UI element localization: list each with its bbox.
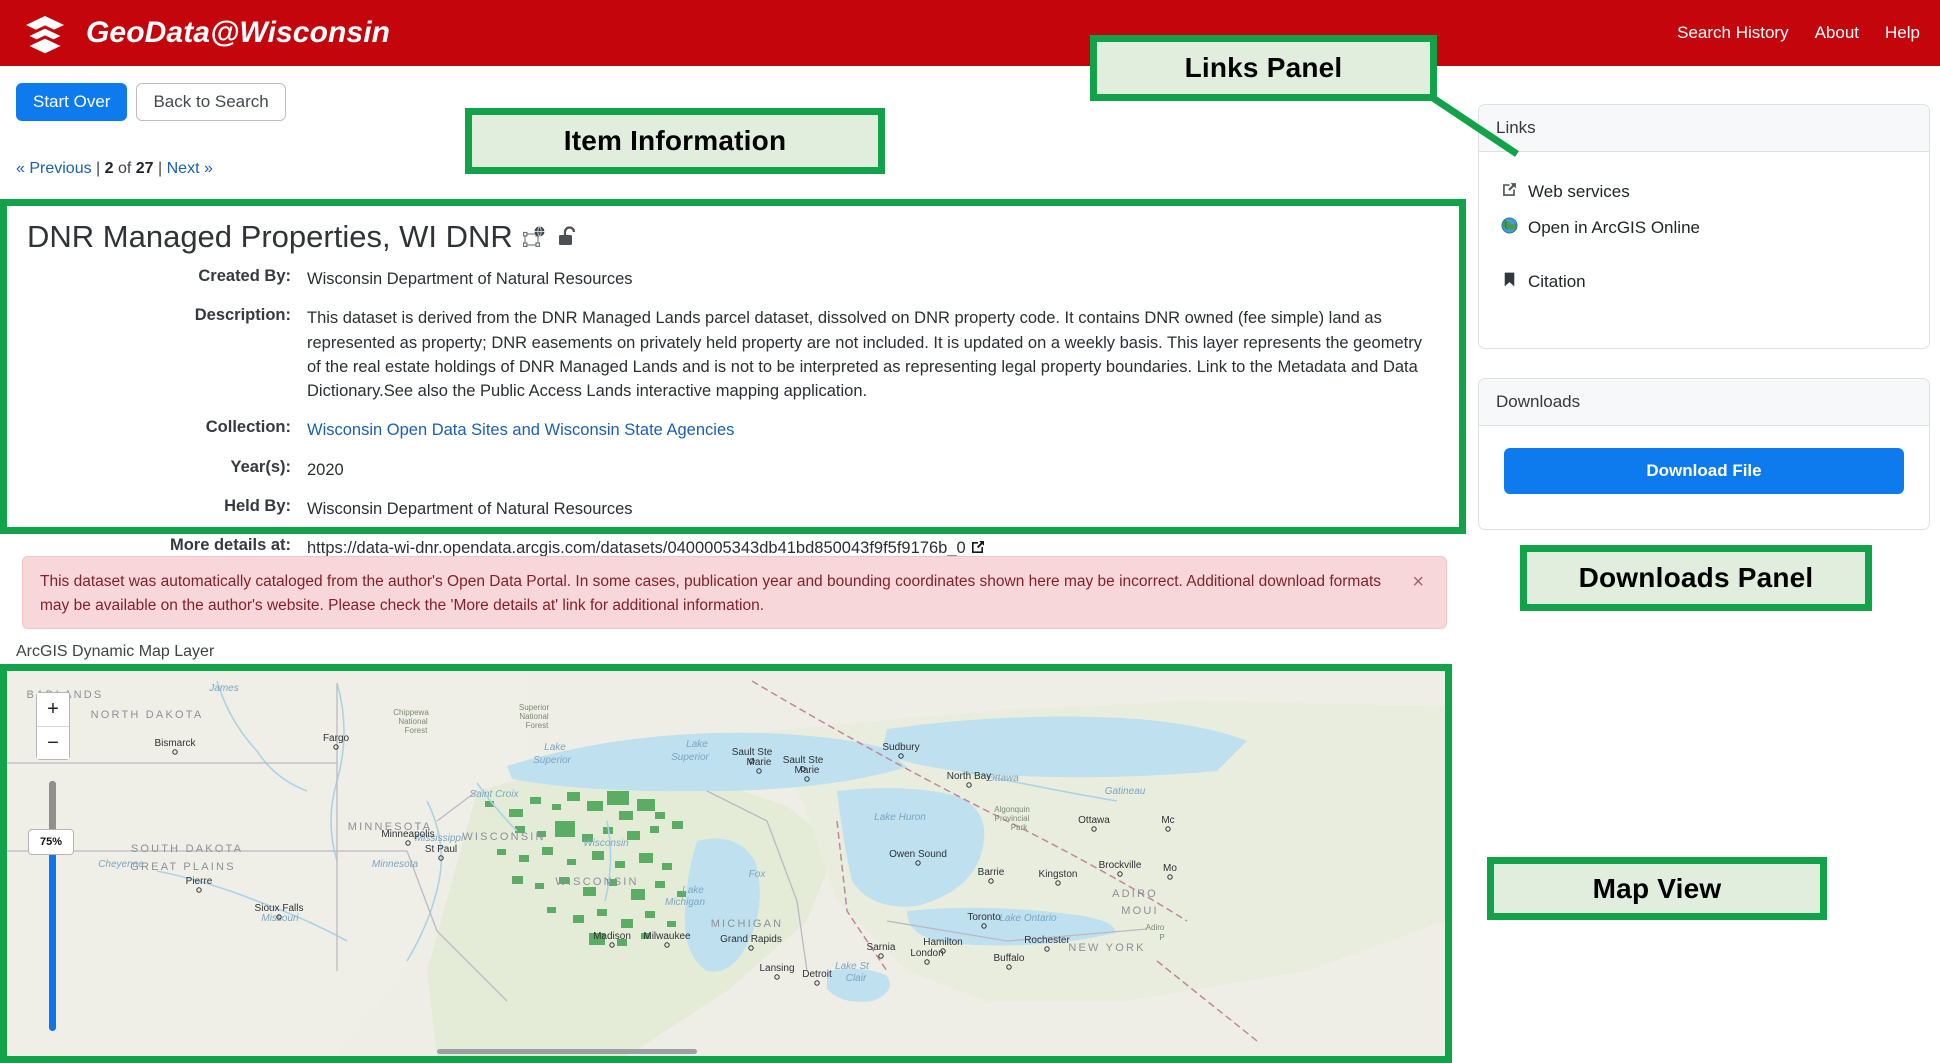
- scrollbar-thumb[interactable]: [437, 1049, 697, 1054]
- metadata-row-description: Description: This dataset is derived fro…: [7, 306, 1459, 418]
- pagination-total: 27: [135, 160, 154, 177]
- callout-leader-line: [1425, 92, 1519, 157]
- page-title: DNR Managed Properties, WI DNR: [27, 219, 1459, 255]
- item-metadata-table: Created By: Wisconsin Department of Natu…: [7, 267, 1459, 575]
- map-zoom-controls[interactable]: + −: [36, 692, 70, 760]
- close-icon[interactable]: ×: [1406, 571, 1430, 593]
- opacity-value-handle[interactable]: 75%: [28, 829, 74, 855]
- metadata-row-years: Year(s): 2020: [7, 458, 1459, 497]
- label-description: Description:: [194, 306, 291, 325]
- layer-opacity-slider[interactable]: 75%: [28, 781, 74, 1031]
- layers-stack-icon: [22, 10, 68, 57]
- link-label: Web services: [1528, 182, 1630, 201]
- next-link[interactable]: Next »: [167, 160, 213, 177]
- globe-icon: [1501, 217, 1518, 239]
- links-list: Web services Open in ArcGIS Online Citat…: [1479, 152, 1929, 300]
- label-created-by: Created By:: [198, 267, 291, 285]
- nav-help[interactable]: Help: [1885, 23, 1920, 43]
- link-open-arcgis-online[interactable]: Open in ArcGIS Online: [1479, 210, 1929, 246]
- callout-map-view: Map View: [1487, 857, 1827, 920]
- downloads-panel-title: Downloads: [1479, 379, 1929, 426]
- pagination-current: 2: [104, 160, 114, 177]
- item-title-text: DNR Managed Properties, WI DNR: [27, 219, 513, 254]
- main-nav: Search History About Help: [1677, 0, 1920, 66]
- link-web-services[interactable]: Web services: [1479, 174, 1929, 210]
- brand-title: GeoData@Wisconsin: [86, 16, 391, 49]
- value-years: 2020: [307, 460, 344, 479]
- collection-link[interactable]: Wisconsin Open Data Sites and Wisconsin …: [307, 421, 734, 439]
- links-panel-title: Links: [1479, 105, 1929, 152]
- zoom-in-button[interactable]: +: [37, 693, 69, 727]
- catalog-warning-alert: This dataset was automatically cataloged…: [22, 556, 1447, 629]
- previous-link[interactable]: « Previous: [16, 160, 92, 177]
- download-file-button[interactable]: Download File: [1504, 448, 1904, 494]
- link-citation[interactable]: Citation: [1479, 264, 1929, 300]
- brand[interactable]: GeoData@Wisconsin: [22, 10, 391, 57]
- item-information-panel: DNR Managed Properties, WI DNR Created B…: [0, 199, 1466, 557]
- metadata-row-held-by: Held By: Wisconsin Department of Natural…: [7, 497, 1459, 536]
- link-label: Open in ArcGIS Online: [1528, 218, 1700, 237]
- result-toolbar: Start Over Back to Search: [16, 83, 286, 121]
- pagination-sep-2: |: [153, 160, 167, 177]
- external-link-icon: [1501, 181, 1518, 203]
- bookmark-icon: [1501, 271, 1518, 293]
- map-layer-label: ArcGIS Dynamic Map Layer: [16, 643, 215, 660]
- value-description: This dataset is derived from the DNR Man…: [307, 309, 1422, 400]
- map-horizontal-scrollbar[interactable]: [7, 1047, 1445, 1056]
- geospatial-extent-icon: [522, 225, 547, 249]
- label-held-by: Held By:: [224, 496, 291, 515]
- label-years: Year(s):: [230, 457, 291, 476]
- value-created-by: Wisconsin Department of Natural Resource…: [307, 270, 633, 288]
- label-collection: Collection:: [205, 418, 291, 437]
- pagination-of: of: [113, 160, 136, 177]
- pagination: « Previous | 2 of 27 | Next »: [16, 160, 213, 178]
- callout-links-panel: Links Panel: [1090, 35, 1437, 101]
- pagination-sep-1: |: [91, 160, 105, 177]
- map-canvas[interactable]: [7, 671, 1445, 1056]
- metadata-row-collection: Collection: Wisconsin Open Data Sites an…: [7, 418, 1459, 457]
- back-to-search-button[interactable]: Back to Search: [136, 83, 286, 121]
- site-header: GeoData@Wisconsin Search History About H…: [0, 0, 1940, 66]
- nav-about[interactable]: About: [1815, 23, 1859, 43]
- external-link-icon: [970, 539, 986, 557]
- downloads-panel: Downloads Download File: [1478, 378, 1930, 530]
- unlocked-padlock-icon: [557, 225, 581, 249]
- map-view[interactable]: + − 75% BADLANDSNORTH DAKOTAMINNESOTASOU…: [0, 664, 1452, 1063]
- zoom-out-button[interactable]: −: [37, 726, 69, 759]
- more-details-url[interactable]: https://data-wi-dnr.opendata.arcgis.com/…: [307, 539, 966, 557]
- start-over-button[interactable]: Start Over: [16, 83, 128, 121]
- link-label: Citation: [1528, 272, 1586, 291]
- callout-downloads-panel: Downloads Panel: [1520, 545, 1872, 611]
- metadata-row-created-by: Created By: Wisconsin Department of Natu…: [7, 267, 1459, 306]
- alert-text: This dataset was automatically cataloged…: [40, 573, 1382, 615]
- value-collection: Wisconsin Open Data Sites and Wisconsin …: [307, 418, 1459, 457]
- nav-search-history[interactable]: Search History: [1677, 23, 1788, 43]
- value-held-by: Wisconsin Department of Natural Resource…: [307, 499, 633, 518]
- callout-item-information: Item Information: [465, 108, 885, 174]
- links-panel: Links Web services Open in ArcGIS Online: [1478, 104, 1930, 349]
